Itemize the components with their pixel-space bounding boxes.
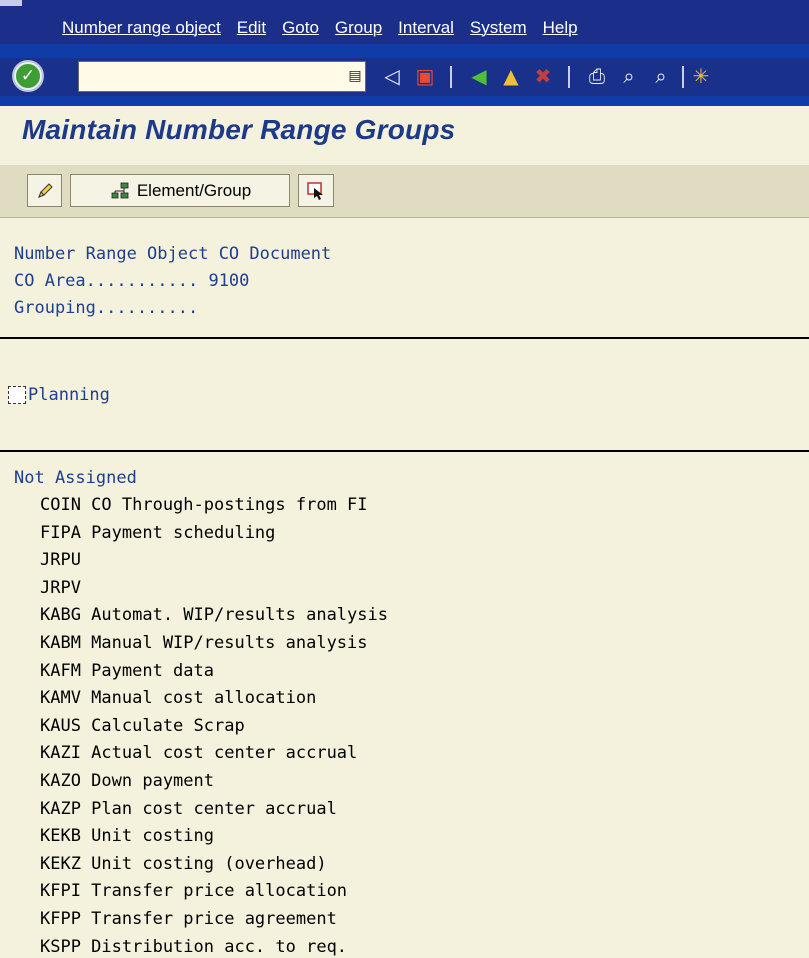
list-item[interactable]: KAZP Plan cost center accrual [40, 799, 337, 819]
menu-help[interactable]: Help [543, 18, 578, 38]
page-title: Maintain Number Range Groups [22, 114, 456, 145]
divider [0, 337, 809, 339]
list-item[interactable]: KAMV Manual cost allocation [40, 688, 316, 708]
not-assigned-heading: Not Assigned [14, 468, 137, 488]
find-icon[interactable]: ⌕ [616, 62, 642, 90]
change-button[interactable] [27, 174, 62, 207]
collapse-icon[interactable]: ◁ [382, 62, 402, 90]
save-icon[interactable]: ▣ [412, 62, 438, 90]
list-item[interactable]: KAFM Payment data [40, 661, 214, 681]
enter-check-icon[interactable]: ✓ [12, 60, 44, 92]
menu-edit[interactable]: Edit [237, 18, 266, 38]
list-item[interactable]: JRPV [40, 578, 81, 598]
window-corner [0, 0, 22, 6]
toolbar-separator [568, 66, 570, 88]
first-page-icon[interactable]: ✳ [692, 62, 710, 90]
grouping-line: Grouping.......... [14, 298, 199, 318]
menu-system[interactable]: System [470, 18, 527, 38]
menu-group[interactable]: Group [335, 18, 382, 38]
list-item[interactable]: KEKZ Unit costing (overhead) [40, 854, 327, 874]
select-cursor-icon [307, 181, 323, 200]
command-field[interactable] [78, 61, 366, 92]
element-group-label: Element/Group [136, 180, 252, 200]
list-item[interactable]: FIPA Payment scheduling [40, 523, 275, 543]
toolbar-separator [682, 66, 684, 88]
list-item[interactable]: KFPP Transfer price agreement [40, 909, 337, 929]
pencil-icon [37, 182, 53, 198]
object-line: Number Range Object CO Document [14, 244, 332, 264]
list-item[interactable]: KAUS Calculate Scrap [40, 716, 245, 736]
element-group-button[interactable]: Element/Group [70, 174, 290, 207]
print-icon[interactable]: ⎙ [584, 62, 610, 90]
divider [0, 450, 809, 452]
cancel-icon[interactable]: ✖ [530, 62, 556, 90]
menu-number-range-object[interactable]: Number range object [62, 18, 221, 38]
co-area-line: CO Area........... 9100 [14, 271, 250, 291]
menu-interval[interactable]: Interval [398, 18, 454, 38]
list-item[interactable]: KAZO Down payment [40, 771, 214, 791]
back-icon[interactable]: ◀ [466, 62, 492, 90]
standard-toolbar: ✓ ▤ ◁ ▣ ◀ ▲ ✖ ⎙ ⌕ ⌕ ✳ [0, 44, 809, 106]
find-next-icon[interactable]: ⌕ [648, 62, 674, 90]
hierarchy-icon [111, 182, 129, 198]
application-toolbar: Element/Group [0, 165, 809, 218]
group-label[interactable]: Planning [28, 385, 110, 405]
select-button[interactable] [298, 174, 334, 207]
group-checkbox[interactable] [8, 386, 26, 404]
history-icon[interactable]: ▤ [346, 66, 364, 86]
list-item[interactable]: KABM Manual WIP/results analysis [40, 633, 368, 653]
list-item[interactable]: KFPI Transfer price allocation [40, 881, 347, 901]
list-item[interactable]: JRPU [40, 550, 81, 570]
list-item[interactable]: KEKB Unit costing [40, 826, 214, 846]
menu-goto[interactable]: Goto [282, 18, 319, 38]
list-item[interactable]: KABG Automat. WIP/results analysis [40, 605, 388, 625]
exit-icon[interactable]: ▲ [498, 62, 524, 90]
menu-bar: Number range object Edit Goto Group Inte… [0, 0, 809, 44]
menu-items: Number range object Edit Goto Group Inte… [62, 18, 594, 38]
list-item[interactable]: KSPP Distribution acc. to req. [40, 937, 347, 957]
list-item[interactable]: COIN CO Through-postings from FI [40, 495, 368, 515]
toolbar-separator [450, 66, 452, 88]
list-item[interactable]: KAZI Actual cost center accrual [40, 743, 357, 763]
toolbar-strip: ✓ ▤ ◁ ▣ ◀ ▲ ✖ ⎙ ⌕ ⌕ ✳ [0, 58, 809, 96]
